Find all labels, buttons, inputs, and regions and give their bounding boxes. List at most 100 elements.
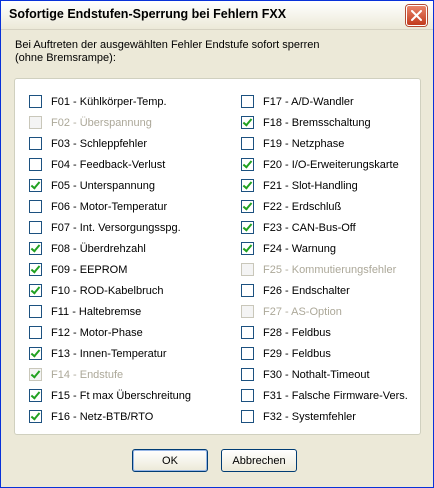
error-column-right: F17 - A/D-Wandler F18 - Bremsschaltung F19… (241, 91, 408, 427)
error-option[interactable]: F16 - Netz-BTB/RTO (29, 406, 191, 427)
error-label: F10 - ROD-Kabelbruch (51, 284, 164, 297)
error-option[interactable]: F32 - Systemfehler (241, 406, 408, 427)
description-line-1: Bei Auftreten der ausgewählten Fehler En… (15, 39, 320, 51)
error-label: F08 - Überdrehzahl (51, 242, 146, 255)
error-checkbox[interactable] (241, 221, 254, 234)
error-checkbox[interactable] (29, 305, 42, 318)
error-option[interactable]: F01 - Kühlkörper-Temp. (29, 91, 191, 112)
error-option: F02 - Überspannung (29, 112, 191, 133)
error-column-left: F01 - Kühlkörper-Temp. F02 - Überspannung… (29, 91, 191, 427)
title-bar: Sofortige Endstufen-Sperrung bei Fehlern… (1, 1, 433, 30)
error-checkbox[interactable] (241, 95, 254, 108)
error-option[interactable]: F22 - Erdschluß (241, 196, 408, 217)
error-option[interactable]: F06 - Motor-Temperatur (29, 196, 191, 217)
error-label: F12 - Motor-Phase (51, 326, 143, 339)
error-checkbox[interactable] (29, 221, 42, 234)
error-checkbox[interactable] (29, 347, 42, 360)
error-option[interactable]: F15 - Ft max Überschreitung (29, 385, 191, 406)
close-button[interactable] (406, 5, 427, 26)
error-checkbox[interactable] (241, 410, 254, 423)
error-option[interactable]: F21 - Slot-Handling (241, 175, 408, 196)
description: Bei Auftreten der ausgewählten Fehler En… (15, 39, 415, 65)
error-checkbox[interactable] (241, 326, 254, 339)
error-checkbox[interactable] (241, 116, 254, 129)
error-label: F28 - Feldbus (263, 326, 331, 339)
error-checkbox[interactable] (241, 389, 254, 402)
error-label: F06 - Motor-Temperatur (51, 200, 168, 213)
error-option[interactable]: F05 - Unterspannung (29, 175, 191, 196)
error-option[interactable]: F29 - Feldbus (241, 343, 408, 364)
error-checkbox-group: F01 - Kühlkörper-Temp. F02 - Überspannung… (14, 78, 421, 435)
error-checkbox[interactable] (29, 326, 42, 339)
error-option[interactable]: F03 - Schleppfehler (29, 133, 191, 154)
error-label: F30 - Nothalt-Timeout (263, 368, 370, 381)
error-option[interactable]: F18 - Bremsschaltung (241, 112, 408, 133)
error-option[interactable]: F26 - Endschalter (241, 280, 408, 301)
error-checkbox (29, 368, 42, 381)
error-checkbox[interactable] (29, 242, 42, 255)
error-label: F26 - Endschalter (263, 284, 350, 297)
error-label: F19 - Netzphase (263, 137, 345, 150)
error-option[interactable]: F23 - CAN-Bus-Off (241, 217, 408, 238)
error-checkbox[interactable] (29, 137, 42, 150)
error-checkbox[interactable] (241, 368, 254, 381)
ok-button[interactable]: OK (132, 449, 208, 472)
error-label: F03 - Schleppfehler (51, 137, 147, 150)
error-option[interactable]: F31 - Falsche Firmware-Vers. (241, 385, 408, 406)
error-option[interactable]: F04 - Feedback-Verlust (29, 154, 191, 175)
error-checkbox[interactable] (29, 389, 42, 402)
error-label: F07 - Int. Versorgungsspg. (51, 221, 181, 234)
error-option[interactable]: F28 - Feldbus (241, 322, 408, 343)
error-label: F05 - Unterspannung (51, 179, 155, 192)
error-checkbox[interactable] (29, 410, 42, 423)
error-checkbox[interactable] (29, 158, 42, 171)
error-label: F24 - Warnung (263, 242, 336, 255)
error-checkbox (241, 263, 254, 276)
error-option[interactable]: F30 - Nothalt-Timeout (241, 364, 408, 385)
cancel-button[interactable]: Abbrechen (221, 449, 297, 472)
error-checkbox[interactable] (241, 137, 254, 150)
error-label: F29 - Feldbus (263, 347, 331, 360)
error-option[interactable]: F10 - ROD-Kabelbruch (29, 280, 191, 301)
error-checkbox[interactable] (29, 95, 42, 108)
error-checkbox (241, 305, 254, 318)
error-option[interactable]: F09 - EEPROM (29, 259, 191, 280)
error-option[interactable]: F13 - Innen-Temperatur (29, 343, 191, 364)
error-option: F14 - Endstufe (29, 364, 191, 385)
error-option[interactable]: F20 - I/O-Erweiterungskarte (241, 154, 408, 175)
error-option: F25 - Kommutierungsfehler (241, 259, 408, 280)
error-label: F16 - Netz-BTB/RTO (51, 410, 154, 423)
error-label: F23 - CAN-Bus-Off (263, 221, 356, 234)
error-label: F32 - Systemfehler (263, 410, 356, 423)
error-label: F01 - Kühlkörper-Temp. (51, 95, 167, 108)
error-option[interactable]: F19 - Netzphase (241, 133, 408, 154)
error-option[interactable]: F17 - A/D-Wandler (241, 91, 408, 112)
error-option[interactable]: F07 - Int. Versorgungsspg. (29, 217, 191, 238)
error-checkbox[interactable] (29, 284, 42, 297)
error-checkbox[interactable] (241, 284, 254, 297)
error-label: F25 - Kommutierungsfehler (263, 263, 397, 276)
error-label: F15 - Ft max Überschreitung (51, 389, 191, 402)
close-icon (411, 10, 422, 21)
error-checkbox[interactable] (29, 179, 42, 192)
error-option[interactable]: F12 - Motor-Phase (29, 322, 191, 343)
error-checkbox[interactable] (241, 179, 254, 192)
dialog-window: Sofortige Endstufen-Sperrung bei Fehlern… (0, 0, 434, 488)
error-label: F04 - Feedback-Verlust (51, 158, 166, 171)
error-checkbox[interactable] (29, 263, 42, 276)
error-checkbox[interactable] (241, 200, 254, 213)
error-label: F02 - Überspannung (51, 116, 152, 129)
error-label: F09 - EEPROM (51, 263, 128, 276)
error-checkbox[interactable] (241, 158, 254, 171)
error-label: F17 - A/D-Wandler (263, 95, 354, 108)
error-checkbox[interactable] (29, 200, 42, 213)
error-checkbox[interactable] (241, 347, 254, 360)
error-label: F22 - Erdschluß (263, 200, 342, 213)
window-title: Sofortige Endstufen-Sperrung bei Fehlern… (9, 7, 287, 21)
error-label: F18 - Bremsschaltung (263, 116, 371, 129)
error-option[interactable]: F08 - Überdrehzahl (29, 238, 191, 259)
error-checkbox[interactable] (241, 242, 254, 255)
error-option[interactable]: F24 - Warnung (241, 238, 408, 259)
error-label: F31 - Falsche Firmware-Vers. (263, 389, 408, 402)
error-option[interactable]: F11 - Haltebremse (29, 301, 191, 322)
